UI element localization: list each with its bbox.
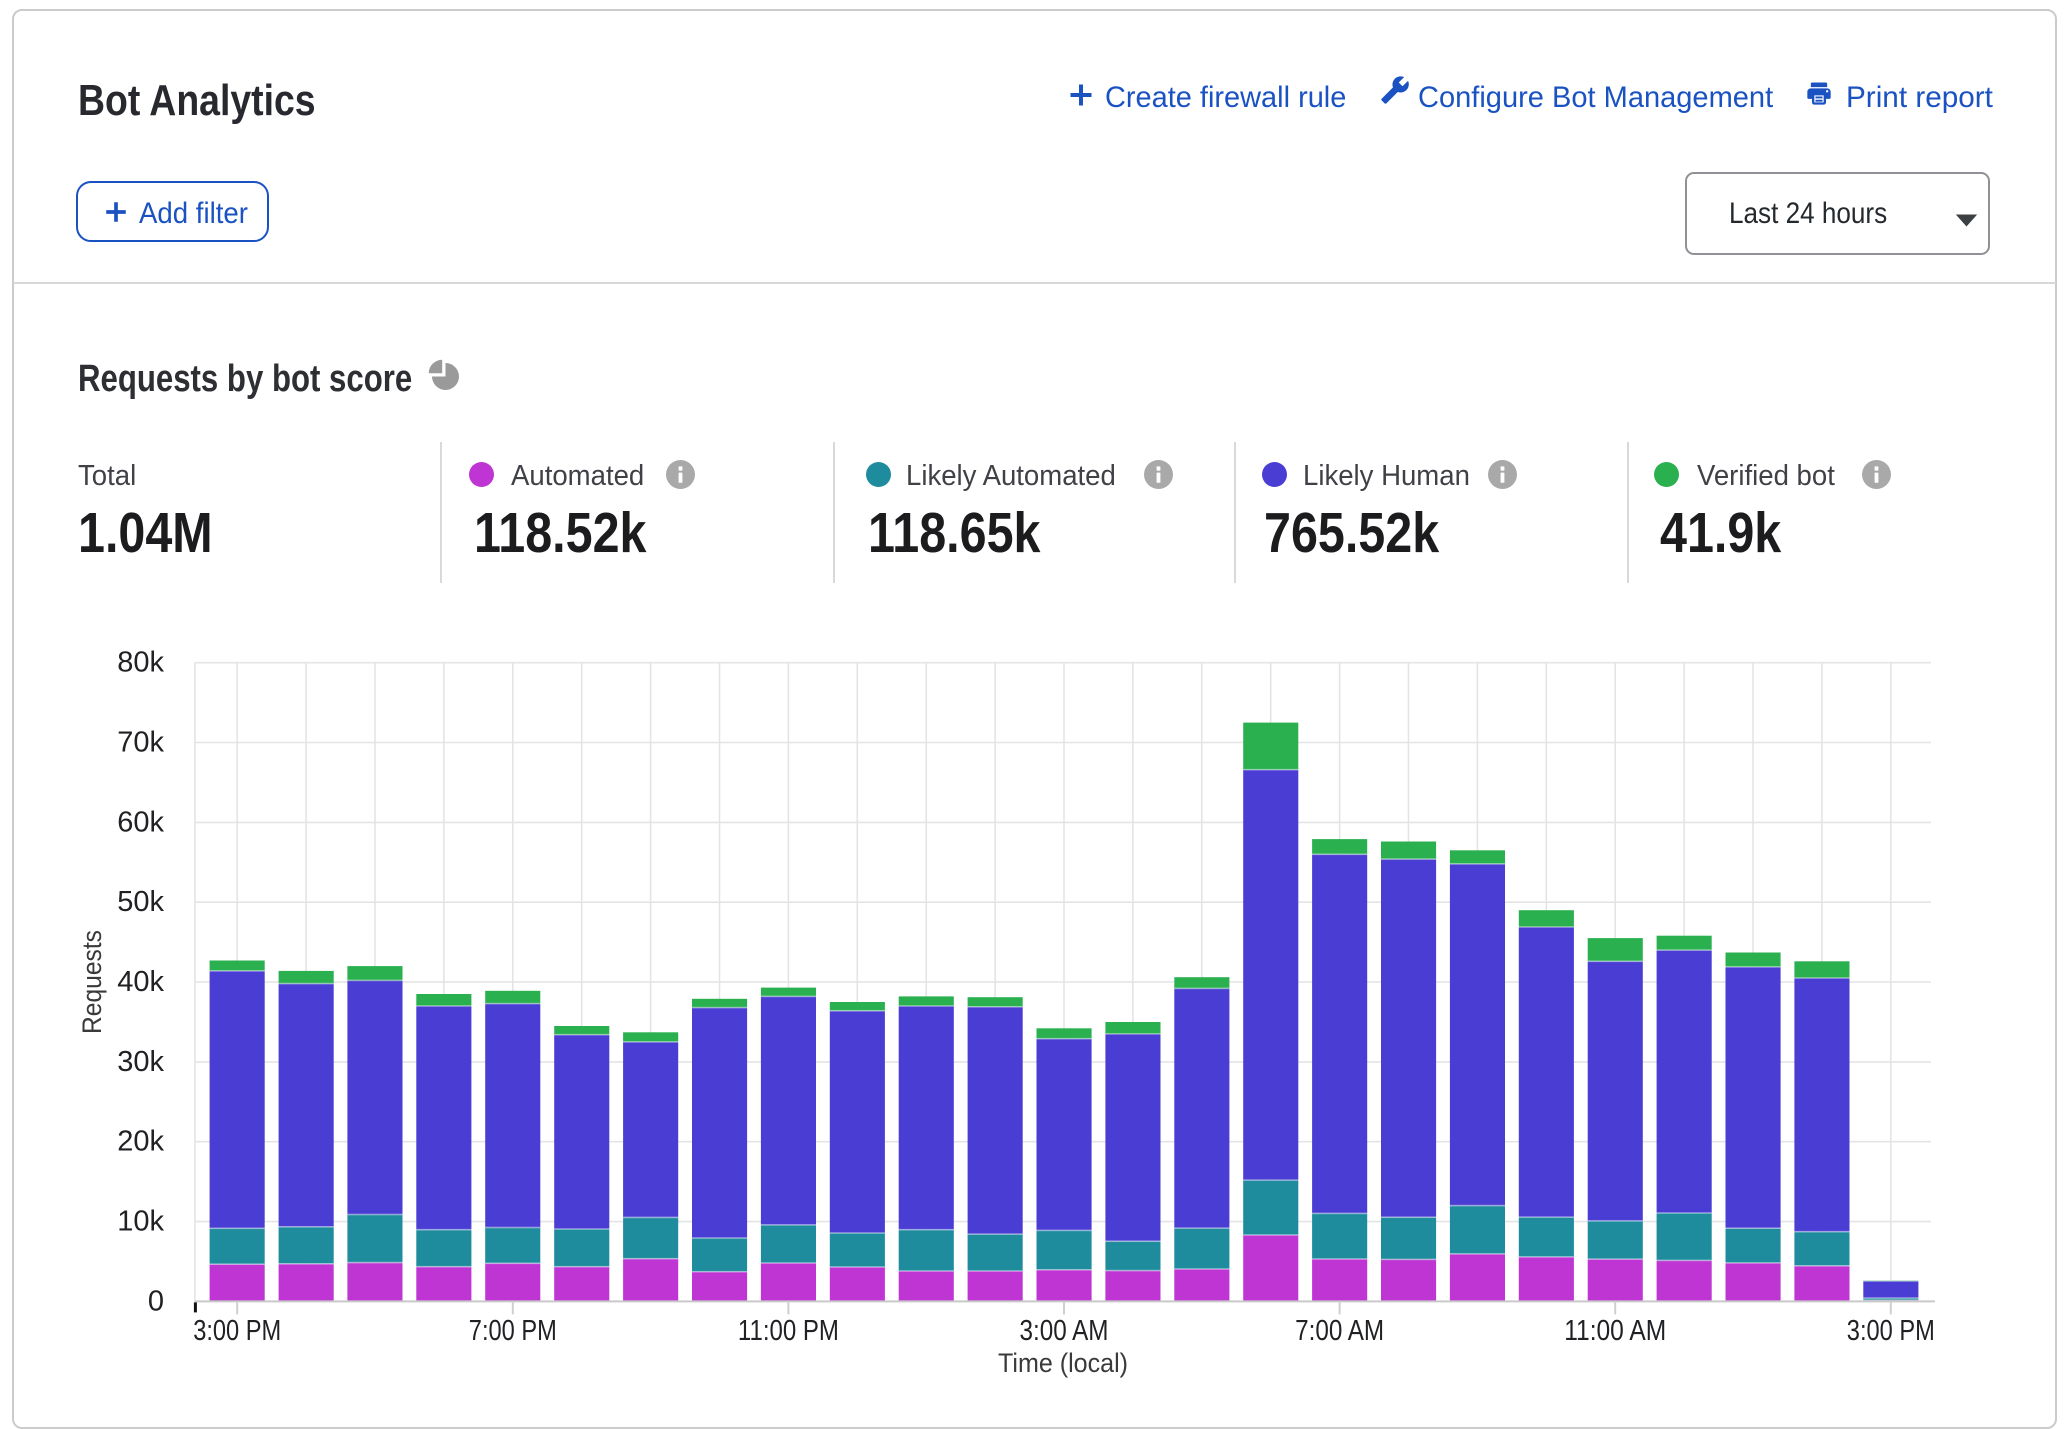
svg-text:40k: 40k	[117, 966, 164, 998]
svg-text:Time (local): Time (local)	[998, 1348, 1128, 1378]
svg-text:0: 0	[148, 1285, 164, 1317]
svg-text:10k: 10k	[117, 1206, 164, 1238]
svg-text:70k: 70k	[117, 727, 164, 759]
svg-text:50k: 50k	[117, 886, 164, 918]
svg-text:80k: 80k	[117, 647, 164, 679]
svg-text:Requests: Requests	[77, 930, 107, 1034]
svg-text:7:00 PM: 7:00 PM	[469, 1315, 557, 1347]
svg-text:11:00 PM: 11:00 PM	[738, 1315, 839, 1347]
svg-text:30k: 30k	[117, 1046, 164, 1078]
svg-text:20k: 20k	[117, 1126, 164, 1158]
svg-text:60k: 60k	[117, 806, 164, 838]
svg-text:3:00 AM: 3:00 AM	[1020, 1315, 1109, 1347]
svg-text:3:00 PM: 3:00 PM	[1847, 1315, 1935, 1347]
svg-text:3:00 PM: 3:00 PM	[193, 1315, 281, 1347]
svg-text:11:00 AM: 11:00 AM	[1564, 1315, 1666, 1347]
svg-text:7:00 AM: 7:00 AM	[1295, 1315, 1384, 1347]
